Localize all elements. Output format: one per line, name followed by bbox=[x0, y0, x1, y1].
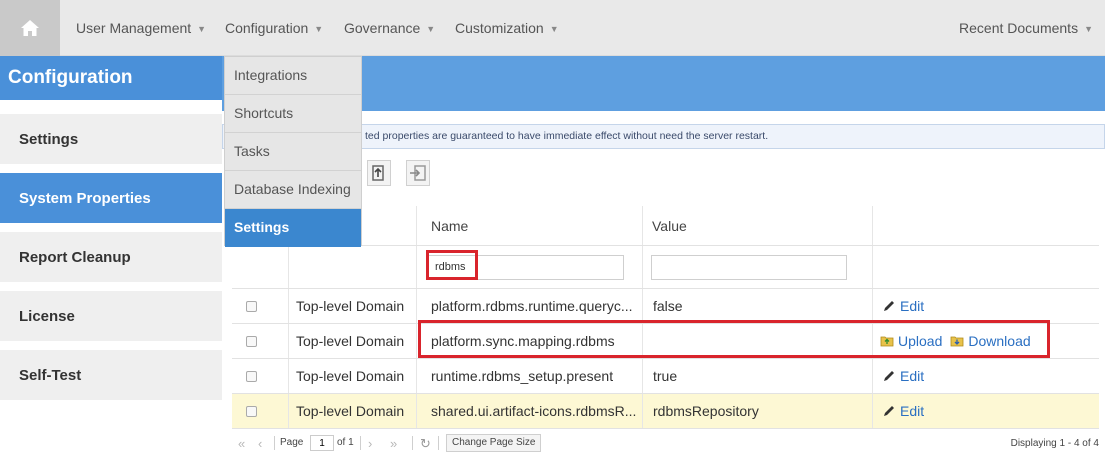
menu-item-integrations[interactable]: Integrations bbox=[225, 57, 361, 95]
next-page-icon[interactable]: › bbox=[368, 436, 372, 451]
chevron-down-icon: ▼ bbox=[314, 24, 324, 35]
export-icon bbox=[372, 165, 384, 181]
edit-link[interactable]: Edit bbox=[882, 298, 924, 314]
nav-label: User Management bbox=[76, 20, 192, 36]
import-button[interactable] bbox=[406, 160, 430, 186]
nav-user-management[interactable]: User Management ▼ bbox=[76, 0, 206, 56]
upload-folder-icon bbox=[880, 336, 894, 347]
table-row[interactable]: Top-level Domain platform.rdbms.runtime.… bbox=[232, 289, 1099, 324]
sidebar-item-report-cleanup[interactable]: Report Cleanup bbox=[0, 232, 222, 286]
row-name: platform.sync.mapping.rdbms bbox=[431, 333, 615, 349]
pencil-icon bbox=[884, 406, 894, 416]
sidebar-item-system-properties[interactable]: System Properties bbox=[0, 173, 222, 227]
nav-customization[interactable]: Customization ▼ bbox=[455, 0, 559, 56]
filter-row bbox=[232, 246, 1099, 289]
row-domain: Top-level Domain bbox=[296, 333, 405, 349]
chevron-down-icon: ▼ bbox=[1084, 24, 1093, 35]
refresh-icon[interactable]: ↻ bbox=[420, 436, 431, 452]
sidebar-item-license[interactable]: License bbox=[0, 291, 222, 345]
row-domain: Top-level Domain bbox=[296, 403, 405, 419]
first-page-icon[interactable]: « bbox=[238, 436, 245, 451]
home-icon bbox=[21, 20, 39, 36]
row-value: true bbox=[653, 368, 678, 384]
configuration-dropdown-menu: Integrations Shortcuts Tasks Database In… bbox=[224, 56, 362, 247]
page-of-label: of 1 bbox=[337, 437, 354, 448]
info-text: ted properties are guaranteed to have im… bbox=[365, 130, 769, 142]
nav-configuration[interactable]: Configuration ▼ bbox=[225, 0, 323, 56]
download-folder-icon bbox=[950, 336, 964, 347]
prev-page-icon[interactable]: ‹ bbox=[258, 436, 262, 451]
name-filter-input[interactable] bbox=[428, 254, 624, 280]
nav-label: Recent Documents bbox=[959, 20, 1079, 36]
edit-label: Edit bbox=[900, 403, 925, 419]
displaying-count: Displaying 1 - 4 of 4 bbox=[1010, 438, 1099, 449]
menu-item-shortcuts[interactable]: Shortcuts bbox=[225, 95, 361, 133]
home-button[interactable] bbox=[0, 0, 60, 56]
nav-recent-documents[interactable]: Recent Documents ▼ bbox=[959, 0, 1093, 56]
value-filter-input[interactable] bbox=[651, 254, 847, 280]
edit-label: Edit bbox=[900, 298, 925, 314]
download-label: Download bbox=[968, 333, 1031, 349]
chevron-down-icon: ▼ bbox=[197, 24, 207, 35]
pagination-bar: « ‹ Page of 1 › » ↻ Change Page Size Dis… bbox=[232, 433, 1099, 455]
menu-item-settings[interactable]: Settings bbox=[225, 209, 361, 247]
column-header-value[interactable]: Value bbox=[652, 206, 687, 245]
row-name: shared.ui.artifact-icons.rdbmsR... bbox=[431, 403, 637, 419]
nav-label: Configuration bbox=[225, 20, 309, 36]
chevron-down-icon: ▼ bbox=[549, 24, 559, 35]
nav-governance[interactable]: Governance ▼ bbox=[344, 0, 435, 56]
chevron-down-icon: ▼ bbox=[426, 24, 436, 35]
nav-label: Customization bbox=[455, 20, 544, 36]
pencil-icon bbox=[884, 371, 894, 381]
row-name: runtime.rdbms_setup.present bbox=[431, 368, 614, 384]
row-checkbox[interactable] bbox=[246, 335, 257, 347]
table-header-row: Name Value bbox=[232, 206, 1099, 246]
pencil-icon bbox=[884, 301, 894, 311]
page-number-input[interactable] bbox=[310, 435, 334, 451]
upload-link[interactable]: Upload bbox=[880, 333, 942, 349]
column-header-name[interactable]: Name bbox=[431, 206, 468, 245]
upload-label: Upload bbox=[898, 333, 943, 349]
page-label: Page bbox=[280, 437, 304, 448]
sidebar-item-self-test[interactable]: Self-Test bbox=[0, 350, 222, 404]
table-row[interactable]: Top-level Domain platform.sync.mapping.r… bbox=[232, 324, 1099, 359]
sidebar-item-settings[interactable]: Settings bbox=[0, 114, 222, 168]
row-name: platform.rdbms.runtime.queryc... bbox=[431, 298, 633, 314]
row-domain: Top-level Domain bbox=[296, 368, 405, 384]
nav-label: Governance bbox=[344, 20, 421, 36]
export-button[interactable] bbox=[367, 160, 391, 186]
sidebar-title: Configuration bbox=[0, 56, 222, 100]
edit-label: Edit bbox=[900, 368, 925, 384]
download-link[interactable]: Download bbox=[950, 333, 1031, 349]
last-page-icon[interactable]: » bbox=[390, 436, 397, 451]
row-checkbox[interactable] bbox=[246, 405, 257, 417]
import-icon bbox=[410, 165, 426, 181]
row-value: false bbox=[653, 298, 683, 314]
edit-link[interactable]: Edit bbox=[882, 403, 924, 419]
row-checkbox[interactable] bbox=[246, 300, 257, 312]
row-value: rdbmsRepository bbox=[653, 403, 759, 419]
row-checkbox[interactable] bbox=[246, 370, 257, 382]
change-page-size-button[interactable]: Change Page Size bbox=[446, 434, 542, 452]
edit-link[interactable]: Edit bbox=[882, 368, 924, 384]
table-row[interactable]: Top-level Domain runtime.rdbms_setup.pre… bbox=[232, 359, 1099, 394]
table-row[interactable]: Top-level Domain shared.ui.artifact-icon… bbox=[232, 394, 1099, 429]
row-domain: Top-level Domain bbox=[296, 298, 405, 314]
menu-item-database-indexing[interactable]: Database Indexing bbox=[225, 171, 361, 209]
menu-item-tasks[interactable]: Tasks bbox=[225, 133, 361, 171]
top-nav-bar: User Management ▼ Configuration ▼ Governan… bbox=[0, 0, 1105, 56]
